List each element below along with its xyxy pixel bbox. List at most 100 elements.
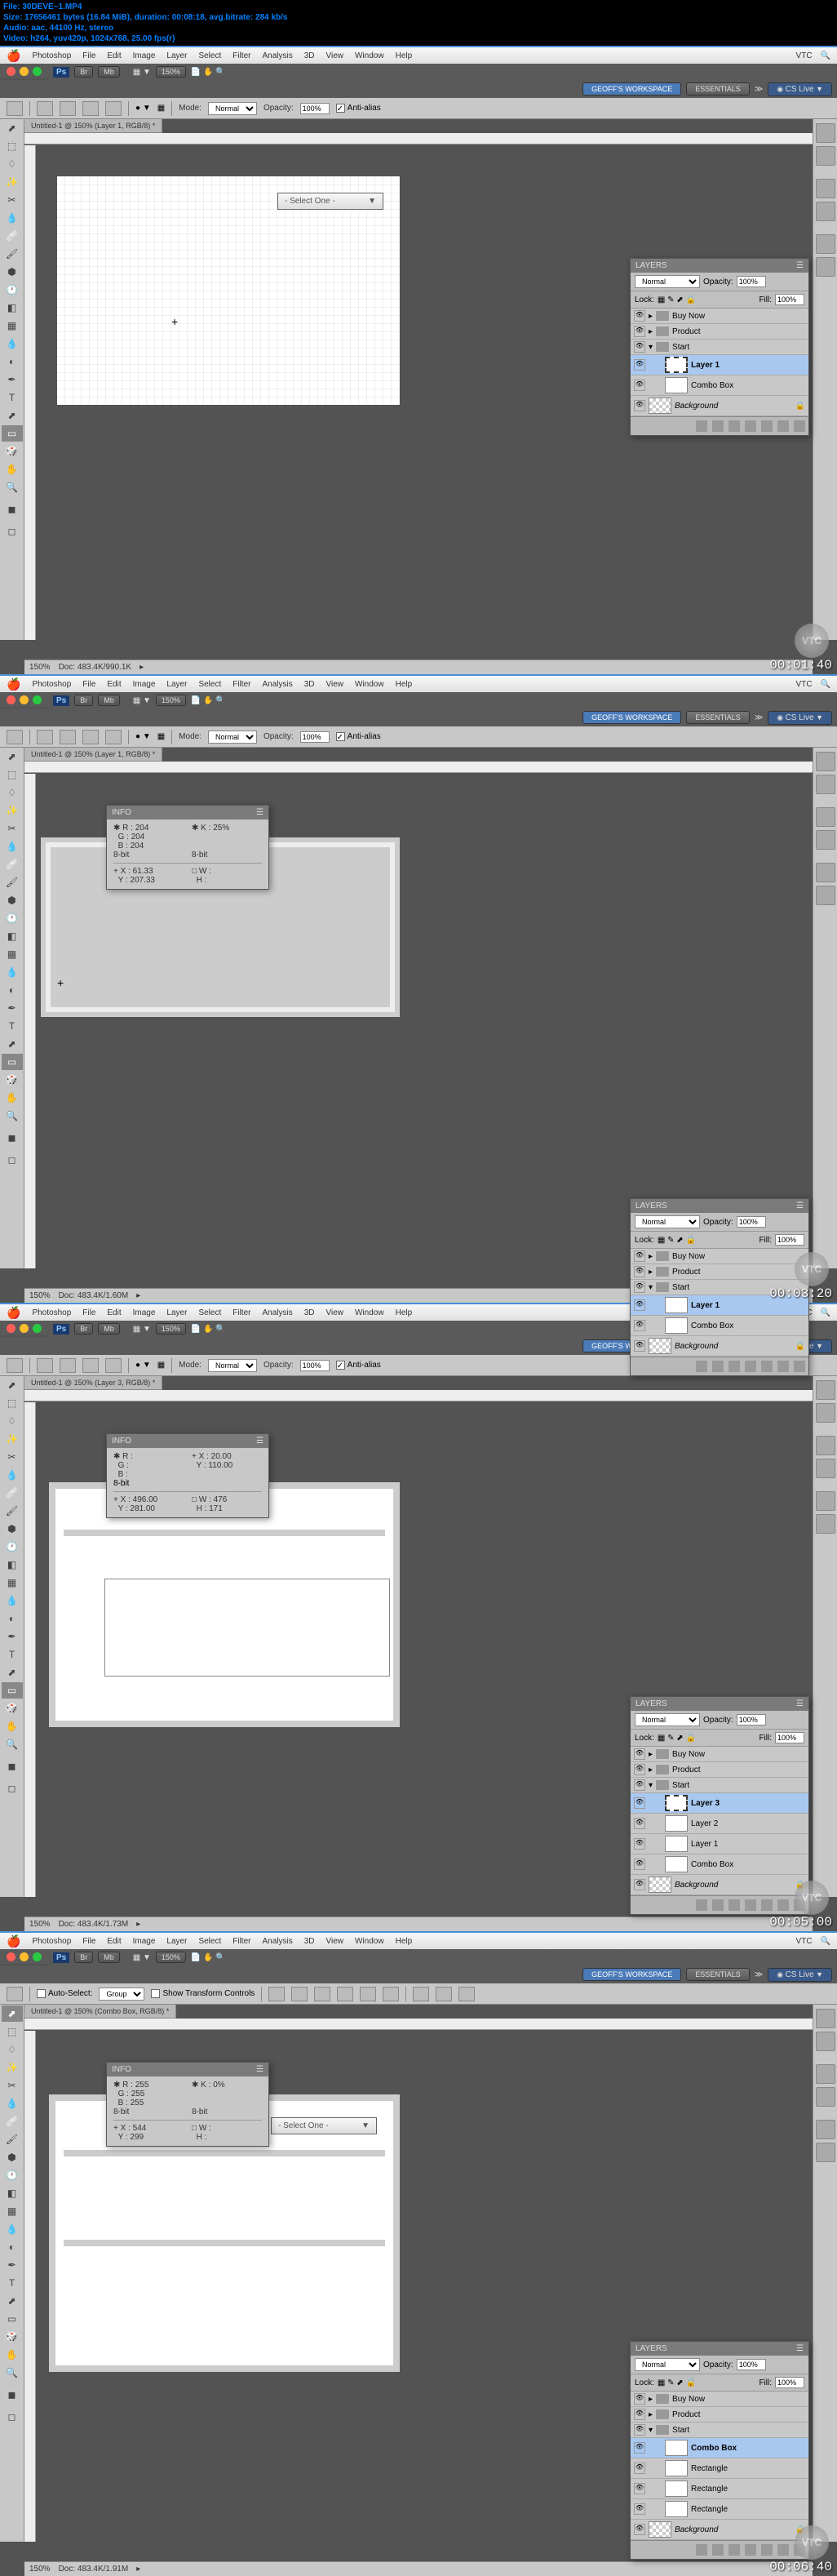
eraser-tool[interactable]: ◧ bbox=[2, 300, 23, 316]
pen-tool[interactable]: ✒ bbox=[2, 371, 23, 388]
cs-live-button[interactable]: ◉ CS Live ▼ bbox=[768, 82, 832, 96]
menu-image[interactable]: Image bbox=[133, 680, 156, 689]
menu-edit[interactable]: Edit bbox=[107, 51, 121, 60]
wand-tool[interactable]: ✨ bbox=[2, 174, 23, 190]
menu-edit[interactable]: Edit bbox=[107, 680, 121, 689]
zoom-button[interactable] bbox=[33, 695, 42, 704]
eyedropper-tool[interactable]: 💧 bbox=[2, 210, 23, 226]
dock-color-icon[interactable] bbox=[816, 146, 835, 166]
zoom-tool[interactable]: 🔍 bbox=[2, 479, 23, 495]
heal-tool[interactable]: 🩹 bbox=[2, 228, 23, 244]
zoom-level[interactable]: 150% bbox=[156, 66, 186, 78]
menu-analysis[interactable]: Analysis bbox=[262, 51, 292, 60]
auto-select-target[interactable]: Group bbox=[99, 1988, 144, 2001]
auto-select-checkbox[interactable] bbox=[37, 1989, 46, 1998]
dock-swatches-icon[interactable] bbox=[816, 123, 835, 143]
brush-icon[interactable]: ● ▼ bbox=[135, 104, 151, 113]
brush-tool[interactable]: 🖌 bbox=[2, 246, 23, 262]
3d-tool[interactable]: 🎲 bbox=[2, 443, 23, 460]
combo-box-element[interactable]: - Select One -▼ bbox=[277, 193, 383, 210]
type-tool[interactable]: T bbox=[2, 389, 23, 406]
adjust-icon[interactable] bbox=[745, 420, 756, 432]
layers-panel[interactable]: LAYERS☰ Normal Opacity: Lock: ▦ ✎ ⬈ 🔒 Fi… bbox=[630, 258, 809, 436]
apple-icon[interactable]: 🍎 bbox=[7, 677, 20, 691]
dock-history-icon[interactable] bbox=[816, 234, 835, 254]
dock-paragraph-icon[interactable] bbox=[816, 202, 835, 221]
marquee-add-icon[interactable] bbox=[60, 101, 76, 116]
menu-filter[interactable]: Filter bbox=[232, 680, 250, 689]
dock-info-icon[interactable] bbox=[816, 257, 835, 277]
history-tool[interactable]: 🕐 bbox=[2, 282, 23, 298]
search-icon[interactable]: 🔍 bbox=[821, 680, 830, 689]
menu-layer[interactable]: Layer bbox=[166, 51, 187, 60]
tool-preset-icon[interactable] bbox=[7, 101, 23, 116]
menu-window[interactable]: Window bbox=[355, 51, 384, 60]
close-button[interactable] bbox=[7, 695, 16, 704]
link-icon[interactable] bbox=[696, 420, 707, 432]
menu-window[interactable]: Window bbox=[355, 680, 384, 689]
zoom-button[interactable] bbox=[33, 67, 42, 76]
distribute-icon[interactable] bbox=[413, 1987, 429, 2001]
align-top-icon[interactable] bbox=[268, 1987, 285, 2001]
info-panel[interactable]: INFO☰ ✱ R : G : B : + X : 20.00 Y : 110.… bbox=[106, 1433, 269, 1518]
move-tool[interactable]: ⬈ bbox=[2, 120, 23, 136]
mb-button[interactable]: Mb bbox=[98, 66, 120, 78]
menu-help[interactable]: Help bbox=[396, 51, 413, 60]
aa-checkbox[interactable]: ✓ bbox=[336, 104, 345, 113]
trash-icon[interactable] bbox=[794, 420, 805, 432]
menu-photoshop[interactable]: Photoshop bbox=[32, 51, 71, 60]
minimize-button[interactable] bbox=[20, 695, 29, 704]
blur-tool[interactable]: 💧 bbox=[2, 335, 23, 352]
path-tool[interactable]: ⬈ bbox=[2, 407, 23, 424]
align-left-icon[interactable] bbox=[337, 1987, 353, 2001]
stamp-tool[interactable]: ⬢ bbox=[2, 264, 23, 280]
marquee-tool[interactable]: ⬚ bbox=[2, 138, 23, 154]
brush-panel-icon[interactable]: ▦ bbox=[157, 104, 165, 113]
menu-select[interactable]: Select bbox=[198, 680, 221, 689]
align-right-icon[interactable] bbox=[383, 1987, 399, 2001]
menu-filter[interactable]: Filter bbox=[232, 51, 250, 60]
marquee-sub-icon[interactable] bbox=[82, 101, 99, 116]
menu-view[interactable]: View bbox=[326, 51, 344, 60]
show-transform-checkbox[interactable] bbox=[151, 1989, 160, 1998]
combo-box-element[interactable]: - Select One -▼ bbox=[271, 2117, 377, 2134]
status-doc[interactable]: Doc: 483.4K/990.1K bbox=[59, 663, 132, 672]
gradient-tool[interactable]: ▦ bbox=[2, 318, 23, 334]
status-zoom[interactable]: 150% bbox=[29, 663, 51, 672]
opacity-input[interactable] bbox=[300, 103, 330, 114]
menu-help[interactable]: Help bbox=[396, 680, 413, 689]
layer-fill-input[interactable] bbox=[775, 294, 804, 305]
canvas[interactable] bbox=[49, 1482, 400, 1727]
menu-file[interactable]: File bbox=[82, 680, 95, 689]
workspace-essentials[interactable]: ESSENTIALS bbox=[686, 82, 750, 95]
layer-opacity-input[interactable] bbox=[737, 276, 766, 287]
hand-tool[interactable]: ✋ bbox=[2, 461, 23, 477]
document-tab[interactable]: Untitled-1 @ 150% (Layer 1, RGB/8) * bbox=[24, 119, 162, 133]
dock-character-icon[interactable] bbox=[816, 179, 835, 198]
menu-analysis[interactable]: Analysis bbox=[262, 680, 292, 689]
apple-icon[interactable]: 🍎 bbox=[7, 49, 20, 63]
workspace-geoff[interactable]: GEOFF'S WORKSPACE bbox=[582, 82, 681, 95]
menu-photoshop[interactable]: Photoshop bbox=[32, 680, 71, 689]
layer-blend-select[interactable]: Normal bbox=[635, 275, 700, 288]
marquee-new-icon[interactable] bbox=[37, 101, 53, 116]
move-tool[interactable]: ⬈ bbox=[2, 2005, 23, 2022]
minimize-button[interactable] bbox=[20, 67, 29, 76]
mask-icon[interactable] bbox=[728, 420, 740, 432]
layers-panel[interactable]: LAYERS☰ NormalOpacity: Lock:▦ ✎ ⬈ 🔒Fill:… bbox=[630, 2341, 809, 2560]
search-icon[interactable]: 🔍 bbox=[821, 51, 830, 60]
menu-view[interactable]: View bbox=[326, 680, 344, 689]
layers-panel[interactable]: LAYERS☰ NormalOpacity: Lock:▦ ✎ ⬈ 🔒Fill:… bbox=[630, 1696, 809, 1915]
color-swatch[interactable]: ◼ bbox=[2, 497, 23, 522]
dodge-tool[interactable]: ◐ bbox=[2, 353, 23, 370]
align-hcenter-icon[interactable] bbox=[360, 1987, 376, 2001]
br-button[interactable]: Br bbox=[74, 66, 93, 78]
align-bottom-icon[interactable] bbox=[314, 1987, 330, 2001]
canvas[interactable]: - Select One -▼ + bbox=[57, 176, 400, 405]
mode-select[interactable]: Normal bbox=[208, 102, 257, 115]
menu-image[interactable]: Image bbox=[133, 51, 156, 60]
lasso-tool[interactable]: ♢ bbox=[2, 156, 23, 172]
marquee-int-icon[interactable] bbox=[105, 101, 122, 116]
panel-menu-icon[interactable]: ☰ bbox=[796, 261, 804, 270]
menu-file[interactable]: File bbox=[82, 51, 95, 60]
